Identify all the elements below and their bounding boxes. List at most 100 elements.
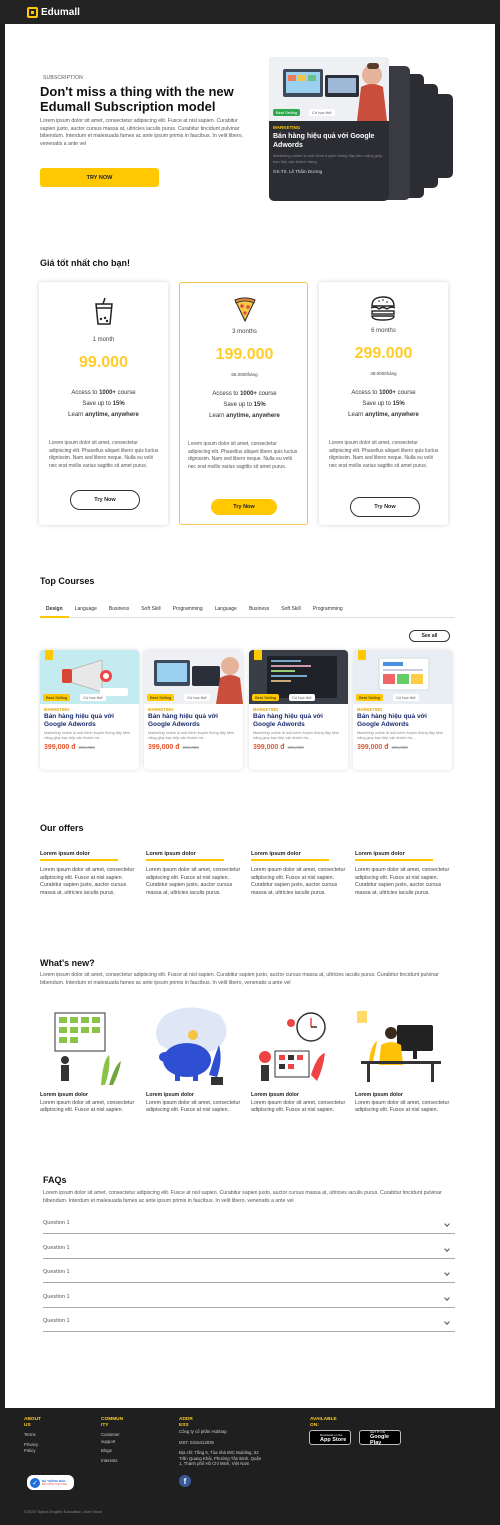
chevron-down-icon[interactable] bbox=[444, 1270, 450, 1276]
course-category: MARKETING bbox=[253, 707, 279, 712]
plan-features: Access to 1000+ course Save up to 15% Le… bbox=[180, 389, 309, 422]
plan-6-try-now-button[interactable]: Try Now bbox=[350, 497, 420, 517]
offer-heading: Lorem ipsum dolor bbox=[251, 851, 329, 861]
edumall-logo-icon[interactable] bbox=[27, 6, 38, 18]
chevron-down-icon[interactable] bbox=[444, 1246, 450, 1252]
feature-savings: Save up to 15% bbox=[82, 401, 125, 407]
best-selling-badge: Best Selling bbox=[252, 694, 280, 701]
tab-language[interactable]: Language bbox=[209, 604, 243, 618]
best-selling-badge: Best Selling bbox=[43, 694, 71, 701]
course-price: 399,000 đ 999,000 bbox=[44, 744, 95, 751]
registered-line-2: BỘ CÔNG THƯƠNG bbox=[42, 1482, 67, 1486]
footer-link-interests[interactable]: Interests bbox=[101, 1458, 161, 1465]
chevron-down-icon[interactable] bbox=[444, 1295, 450, 1301]
whats-new-title: What's new? bbox=[40, 958, 95, 968]
time-planning-illustration bbox=[259, 1012, 326, 1081]
course-category-tabs: Design Language Business Soft Skill Prog… bbox=[40, 604, 455, 618]
course-title[interactable]: Bán hàng hiệu quả với Google Adwords bbox=[253, 713, 344, 729]
feature-courses: Access to 1000+ course bbox=[212, 391, 277, 397]
facebook-icon[interactable]: f bbox=[179, 1475, 191, 1487]
footer-link-blogs[interactable]: Blogs bbox=[101, 1448, 161, 1455]
faq-question[interactable]: Question 1 bbox=[43, 1294, 455, 1308]
tab-design[interactable]: Design bbox=[40, 604, 69, 618]
plan-features: Access to 1000+ course Save up to 15% Le… bbox=[39, 388, 168, 421]
course-title[interactable]: Bán hàng hiệu quả với Google Adwords bbox=[357, 713, 448, 729]
tab-programming[interactable]: Programming bbox=[307, 604, 349, 618]
top-navbar: Edumall bbox=[0, 0, 500, 24]
offer-item: Lorem ipsum dolor Lorem ipsum dolor sit … bbox=[40, 851, 142, 897]
company-name: Công ty cổ phần Hubtrap bbox=[179, 1429, 227, 1434]
hero-title: Don't miss a thing with the new Edumall … bbox=[40, 84, 234, 114]
hero-description: Lorem ipsum dolor sit amet, consectetur … bbox=[40, 118, 243, 147]
bubble-tea-icon bbox=[95, 297, 113, 325]
footer-community-heading: COMMUN ITY bbox=[101, 1417, 124, 1428]
chevron-down-icon[interactable] bbox=[444, 1319, 450, 1325]
course-description: Marketing online là một kênh truyền thôn… bbox=[253, 731, 340, 740]
dashboard-illustration bbox=[54, 1012, 121, 1085]
footer-link-support[interactable]: support bbox=[101, 1439, 161, 1446]
google-play-button[interactable]: GET IT ON Google Play bbox=[359, 1430, 401, 1446]
course-price: 399,000 đ 999,000 bbox=[253, 744, 304, 751]
course-card[interactable]: Best Selling Có học thử MARKETING Bán hà… bbox=[249, 650, 348, 770]
course-thumbnail: Best Selling Có học thử bbox=[144, 650, 243, 704]
news-heading: Lorem ipsum dolor bbox=[40, 1092, 88, 1098]
course-thumbnail: Best Selling Có học thử bbox=[40, 650, 139, 704]
course-price: 399,000 đ 999,000 bbox=[148, 744, 199, 751]
course-description: Marketing online là một kênh truyền thôn… bbox=[44, 731, 131, 740]
news-item: Lorem ipsum dolor Lorem ipsum dolor sit … bbox=[355, 1092, 457, 1115]
tab-language[interactable]: Language bbox=[69, 604, 103, 618]
course-title[interactable]: Bán hàng hiệu quả với Google Adwords bbox=[44, 713, 135, 729]
course-card[interactable]: Best Selling Có học thử MARKETING Bán hà… bbox=[40, 650, 139, 770]
tab-business[interactable]: Business bbox=[103, 604, 135, 618]
tab-soft-skill[interactable]: Soft Skill bbox=[135, 604, 166, 618]
offer-heading: Lorem ipsum dolor bbox=[40, 851, 118, 861]
plan-per-month: 49.000/tháng bbox=[370, 371, 397, 376]
see-all-button[interactable]: See all bbox=[409, 630, 450, 642]
news-item: Lorem ipsum dolor Lorem ipsum dolor sit … bbox=[251, 1092, 353, 1115]
course-title[interactable]: Bán hàng hiệu quả với Google Adwords bbox=[273, 132, 385, 150]
registered-badge[interactable]: ✓ ĐÃ THÔNG BÁO BỘ CÔNG THƯƠNG bbox=[27, 1475, 74, 1490]
brand-name[interactable]: Edumall bbox=[41, 7, 80, 18]
faq-question[interactable]: Question 1 bbox=[43, 1318, 455, 1332]
footer-link-terms[interactable]: Terms bbox=[24, 1432, 84, 1439]
app-store-button[interactable]: Download on the App Store bbox=[309, 1430, 351, 1445]
best-selling-badge: Best Selling bbox=[356, 694, 384, 701]
tab-soft-skill[interactable]: Soft Skill bbox=[275, 604, 306, 618]
course-card[interactable]: Best Selling Có học thử MARKETING Bán hà… bbox=[353, 650, 452, 770]
course-title[interactable]: Bán hàng hiệu quả với Google Adwords bbox=[148, 713, 239, 729]
footer-link-policy[interactable]: Policy bbox=[24, 1448, 84, 1455]
bookmark-icon[interactable] bbox=[45, 650, 53, 660]
feature-anytime: Learn anytime, anywhere bbox=[68, 412, 139, 418]
pizza-icon bbox=[234, 297, 256, 322]
faq-question-text: Question 1 bbox=[43, 1318, 70, 1324]
plan-1-try-now-button[interactable]: Try Now bbox=[70, 490, 140, 510]
tab-business[interactable]: Business bbox=[243, 604, 275, 618]
plan-price: 299.000 bbox=[354, 345, 413, 362]
hero-kicker: SUBSCRIPTION bbox=[43, 75, 83, 81]
tab-programming[interactable]: Programming bbox=[167, 604, 209, 618]
faq-question[interactable]: Question 1 bbox=[43, 1245, 455, 1259]
tax-code: MST: 0316413035 bbox=[179, 1439, 214, 1445]
news-text: Lorem ipsum dolor sit amet, consectetur … bbox=[251, 1099, 346, 1114]
bookmark-icon[interactable] bbox=[254, 650, 262, 660]
faq-question[interactable]: Question 1 bbox=[43, 1269, 455, 1283]
plan-period: 6 months bbox=[371, 328, 396, 334]
feature-courses: Access to 1000+ course bbox=[71, 390, 136, 396]
chevron-down-icon[interactable] bbox=[444, 1221, 450, 1227]
course-card[interactable]: Best Selling Có học thử MARKETING Bán hà… bbox=[144, 650, 243, 770]
piggy-bank-illustration bbox=[156, 1007, 227, 1085]
plan-description: Lorem ipsum dolor sit amet, consectetur … bbox=[49, 440, 159, 469]
course-category: MARKETING bbox=[148, 707, 174, 712]
bookmark-icon[interactable] bbox=[358, 650, 366, 660]
pricing-card-1-month: 1 month 99.000 Access to 1000+ course Sa… bbox=[39, 282, 168, 525]
plan-3-try-now-button[interactable]: Try Now bbox=[211, 499, 277, 515]
faq-question[interactable]: Question 1 bbox=[43, 1220, 455, 1234]
hero-try-now-button[interactable]: TRY NOW bbox=[40, 168, 159, 187]
plan-per-month: 66.000/tháng bbox=[231, 372, 258, 377]
course-author: GS.TS. Lê Thẩm Dương bbox=[273, 169, 323, 174]
whats-new-description: Lorem ipsum dolor sit amet, consectetur … bbox=[40, 972, 439, 986]
featured-course-card[interactable]: Best Selling Có học thử MARKETING Bán hà… bbox=[269, 57, 389, 201]
best-selling-badge: Best Selling bbox=[147, 694, 175, 701]
plan-description: Lorem ipsum dolor sit amet, consectetur … bbox=[188, 441, 298, 470]
copyright: ©2020 Topica English Education Joint Sto… bbox=[24, 1509, 103, 1514]
